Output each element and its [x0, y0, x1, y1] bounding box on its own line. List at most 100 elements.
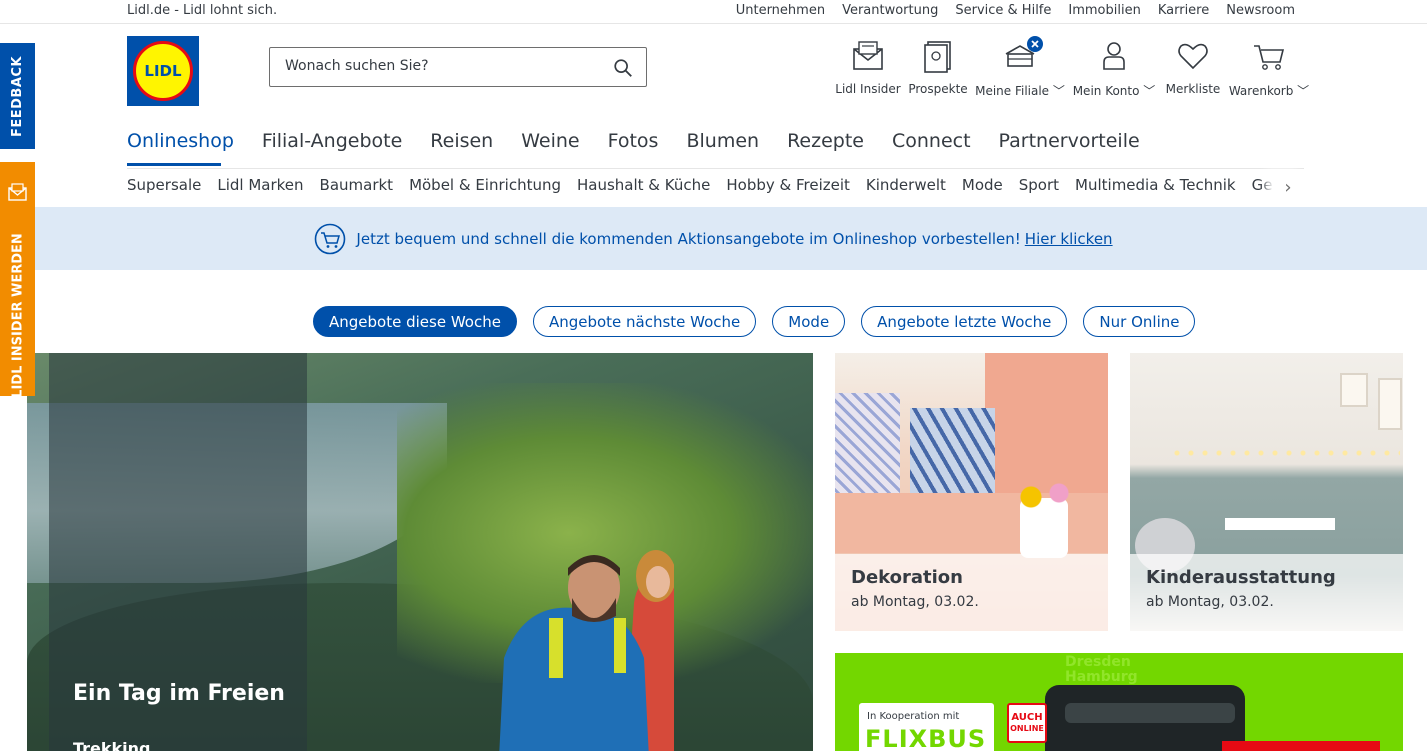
kinderausstattung-date: ab Montag, 03.02.: [1146, 594, 1274, 610]
subnav-multimedia[interactable]: Multimedia & Technik: [1075, 176, 1236, 194]
dekoration-title: Dekoration: [851, 567, 963, 588]
search-box: [269, 47, 647, 87]
dekoration-date: ab Montag, 03.02.: [851, 594, 979, 610]
meine-filiale-label: Meine Filiale ﹀: [975, 84, 1065, 98]
lidl-logo[interactable]: LIDL: [127, 36, 199, 106]
logo-text: LIDL: [144, 62, 182, 80]
deko-gift-blue-image: [910, 408, 995, 493]
filter-pills: Angebote diese Woche Angebote nächste Wo…: [313, 306, 1196, 337]
nav-rezepte[interactable]: Rezepte: [787, 130, 864, 152]
main-nav: Onlineshop Filial-Angebote Reisen Weine …: [127, 130, 1140, 166]
active-nav-underline: [127, 163, 221, 166]
top-link-karriere[interactable]: Karriere: [1158, 3, 1209, 18]
kinderausstattung-title: Kinderausstattung: [1146, 567, 1336, 588]
mein-konto-label: Mein Konto ﹀: [1072, 84, 1156, 98]
banner-text: Jetzt bequem und schnell die kommenden A…: [356, 229, 1021, 248]
top-link-service[interactable]: Service & Hilfe: [955, 3, 1051, 18]
subnav-scroll-right-button[interactable]: ›: [1272, 170, 1304, 204]
pill-angebote-naechste-woche[interactable]: Angebote nächste Woche: [532, 306, 757, 337]
feedback-label: FEEDBACK: [10, 55, 25, 137]
nav-connect[interactable]: Connect: [892, 130, 971, 152]
heart-icon: [1178, 43, 1208, 70]
logo-circle: LIDL: [133, 41, 193, 101]
top-bar: Lidl.de - Lidl lohnt sich. Unternehmen V…: [0, 0, 1427, 24]
kinder-frame-image: [1340, 373, 1368, 407]
top-link-unternehmen[interactable]: Unternehmen: [736, 3, 825, 18]
banner-link[interactable]: Hier klicken: [1025, 230, 1113, 248]
header-actions: Lidl Insider Prospekte Meine Filiale ﹀ M…: [832, 36, 1312, 99]
search-input[interactable]: [285, 58, 605, 74]
subnav-baumarkt[interactable]: Baumarkt: [320, 176, 394, 194]
dekoration-caption: Dekoration ab Montag, 03.02.: [835, 554, 1108, 631]
pill-nur-online[interactable]: Nur Online: [1083, 306, 1196, 337]
flixbus-card: In Kooperation mit FLIXBUS: [859, 703, 994, 751]
flixbus-logo: FLIXBUS: [865, 725, 987, 751]
flixbus-red-bar: [1222, 741, 1380, 751]
nav-weine[interactable]: Weine: [521, 130, 579, 152]
prospekte-label: Prospekte: [908, 82, 968, 96]
hero-subtitle: Trekking: [73, 739, 151, 751]
envelope-icon: [8, 183, 27, 201]
bus-window-stripe: [1065, 703, 1235, 723]
close-badge-icon[interactable]: [1027, 36, 1043, 52]
nav-onlineshop[interactable]: Onlineshop: [127, 130, 234, 152]
subnav-hobby[interactable]: Hobby & Freizeit: [726, 176, 850, 194]
tagline: Lidl.de - Lidl lohnt sich.: [127, 3, 278, 18]
dekoration-tile[interactable]: Dekoration ab Montag, 03.02.: [835, 353, 1108, 631]
hikers-image: [499, 550, 674, 751]
subnav-mode[interactable]: Mode: [962, 176, 1003, 194]
nav-filial-angebote[interactable]: Filial-Angebote: [262, 130, 402, 152]
pill-angebote-letzte-woche[interactable]: Angebote letzte Woche: [861, 306, 1068, 337]
cart-icon: [1254, 45, 1285, 70]
hero-tile[interactable]: Ein Tag im Freien Trekking: [27, 353, 813, 751]
badge-line-2: ONLINE: [1010, 724, 1044, 733]
nav-partnervorteile[interactable]: Partnervorteile: [999, 130, 1140, 152]
pill-angebote-diese-woche[interactable]: Angebote diese Woche: [313, 306, 517, 337]
lidl-insider-label: LIDL INSIDER WERDEN: [10, 233, 26, 398]
subnav-sport[interactable]: Sport: [1019, 176, 1059, 194]
subnav-moebel[interactable]: Möbel & Einrichtung: [409, 176, 561, 194]
kinder-lights-image: [1170, 448, 1400, 458]
warenkorb-label: Warenkorb ﹀: [1228, 84, 1310, 98]
merkliste-label: Merkliste: [1165, 82, 1221, 96]
hero-title: Ein Tag im Freien: [73, 681, 285, 706]
top-links: Unternehmen Verantwortung Service & Hilf…: [736, 3, 1295, 18]
chevron-right-icon: ›: [1284, 176, 1292, 198]
cart-circle-icon: [315, 223, 346, 254]
flixbus-tile[interactable]: Dresden Hamburg Düsseldorf Mainz Aachen …: [835, 653, 1403, 751]
top-link-newsroom[interactable]: Newsroom: [1226, 3, 1295, 18]
lidl-insider-tab[interactable]: LIDL INSIDER WERDEN: [0, 162, 35, 398]
lidl-insider-label: Lidl Insider: [835, 82, 901, 96]
subnav-supersale[interactable]: Supersale: [127, 176, 201, 194]
meine-filiale-button[interactable]: Meine Filiale ﹀: [972, 36, 1068, 99]
merkliste-button[interactable]: Merkliste: [1160, 38, 1226, 99]
warenkorb-button[interactable]: Warenkorb ﹀: [1226, 38, 1312, 99]
kinderausstattung-caption: Kinderausstattung ab Montag, 03.02.: [1130, 554, 1403, 631]
lidl-insider-button[interactable]: Lidl Insider: [832, 38, 904, 99]
subnav-haushalt[interactable]: Haushalt & Küche: [577, 176, 710, 194]
nav-reisen[interactable]: Reisen: [430, 130, 493, 152]
subnav-lidl-marken[interactable]: Lidl Marken: [217, 176, 303, 194]
mein-konto-button[interactable]: Mein Konto ﹀: [1068, 38, 1160, 99]
brochure-icon: [924, 41, 951, 73]
top-link-verantwortung[interactable]: Verantwortung: [842, 3, 938, 18]
envelope-icon: [853, 41, 883, 70]
user-icon: [1103, 42, 1125, 70]
info-banner: Jetzt bequem und schnell die kommenden A…: [0, 207, 1427, 270]
prospekte-button[interactable]: Prospekte: [904, 38, 972, 99]
kinder-frame-image: [1378, 378, 1402, 430]
feedback-tab[interactable]: FEEDBACK: [0, 43, 35, 149]
pill-mode[interactable]: Mode: [772, 306, 846, 337]
top-link-immobilien[interactable]: Immobilien: [1068, 3, 1140, 18]
subnav-kinderwelt[interactable]: Kinderwelt: [866, 176, 946, 194]
badge-line-1: AUCH: [1011, 712, 1043, 723]
deko-flowers-image: [1010, 473, 1080, 513]
nav-fotos[interactable]: Fotos: [608, 130, 659, 152]
nav-blumen[interactable]: Blumen: [686, 130, 759, 152]
kinderausstattung-tile[interactable]: Kinderausstattung ab Montag, 03.02.: [1130, 353, 1403, 631]
search-icon[interactable]: [612, 57, 634, 79]
flixbus-kooperation-text: In Kooperation mit: [867, 711, 960, 722]
auch-online-badge: AUCH ONLINE: [1007, 703, 1047, 743]
sub-nav: Supersale Lidl Marken Baumarkt Möbel & E…: [127, 176, 1277, 194]
nav-divider: [127, 168, 1304, 169]
